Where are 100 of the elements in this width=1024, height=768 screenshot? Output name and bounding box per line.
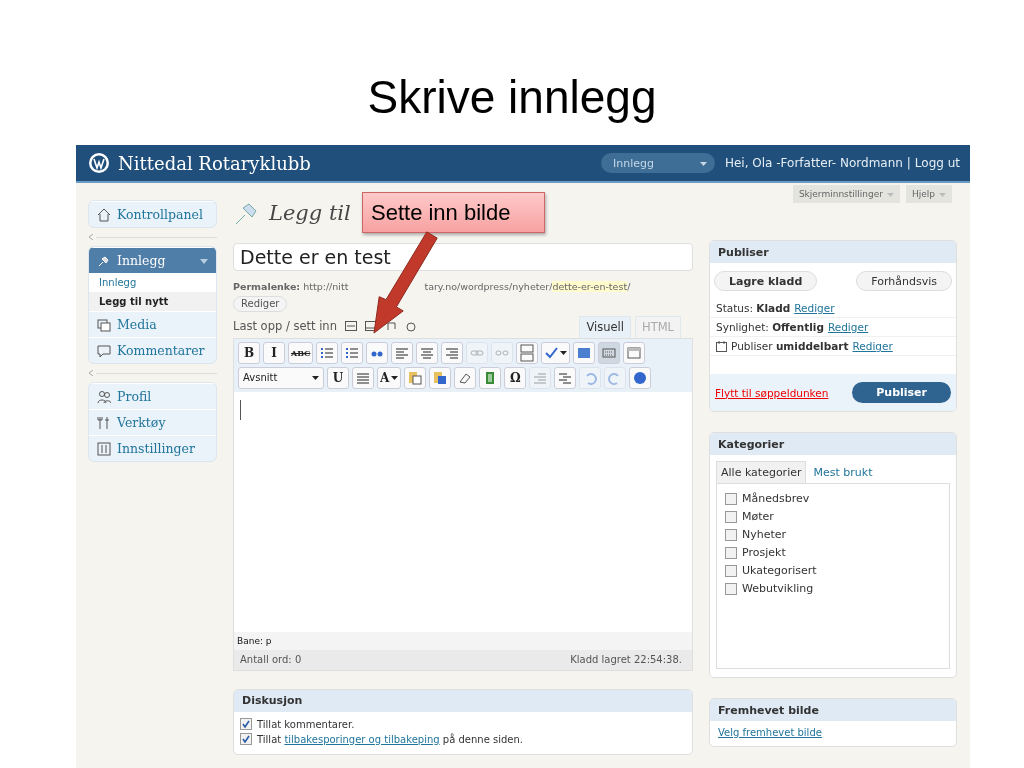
edit-link[interactable]: Rediger bbox=[852, 340, 893, 352]
screen-tab[interactable]: Hjelp bbox=[905, 185, 952, 203]
house-icon bbox=[97, 207, 111, 222]
undo-icon bbox=[583, 370, 598, 385]
permalink-slug: dette-er-en-test bbox=[552, 281, 628, 292]
panel-title: Kategorier bbox=[710, 433, 956, 455]
checkbox[interactable] bbox=[725, 546, 737, 559]
toolbar-button[interactable] bbox=[366, 341, 389, 364]
toolbar-button[interactable] bbox=[479, 366, 502, 389]
caret-icon bbox=[391, 374, 399, 381]
toolbar-button[interactable] bbox=[554, 366, 577, 389]
callout: Sette inn bilde bbox=[362, 192, 545, 233]
category-tab[interactable]: Alle kategorier bbox=[716, 461, 807, 483]
spellcheck-icon bbox=[544, 345, 559, 360]
publish-info: Synlighet: Offentlig bbox=[716, 321, 824, 333]
permalink-url: / bbox=[627, 281, 631, 292]
publish-button[interactable]: Publiser bbox=[852, 382, 951, 403]
menu-item[interactable]: Kontrollpanel bbox=[89, 201, 216, 227]
toolbar-button[interactable]: U bbox=[327, 366, 349, 389]
format-select[interactable]: Avsnitt bbox=[238, 366, 324, 389]
title-field[interactable]: Dette er en test bbox=[233, 243, 693, 271]
toolbar-button[interactable] bbox=[316, 341, 339, 364]
tools-icon bbox=[97, 415, 111, 430]
slide-title: Skrive innlegg bbox=[366, 69, 658, 125]
caret-icon bbox=[312, 374, 319, 381]
menu-item[interactable]: Kommentarer bbox=[89, 337, 216, 363]
collapse-icon bbox=[88, 370, 94, 376]
greeting: Hei, Ola -Forfatter- Nordmann | bbox=[724, 156, 911, 170]
page-break-icon bbox=[520, 343, 535, 362]
split-button[interactable]: A bbox=[377, 366, 402, 389]
word-count: Antall ord: 0 bbox=[240, 654, 302, 665]
trackback-link[interactable]: tilbakesporinger og tilbakeping bbox=[284, 733, 440, 745]
toolbar-button[interactable]: Ω bbox=[504, 366, 527, 389]
toolbar-button[interactable] bbox=[404, 366, 427, 389]
category-label: Månedsbrev bbox=[742, 492, 810, 505]
category-tab[interactable]: Mest brukt bbox=[808, 461, 878, 483]
menu-item[interactable]: Profil bbox=[89, 383, 216, 409]
toolbar-button[interactable] bbox=[429, 366, 452, 389]
calendar-icon bbox=[716, 340, 727, 352]
toolbar-button[interactable] bbox=[454, 366, 477, 389]
checkbox[interactable] bbox=[725, 564, 737, 577]
panel-title: Diskusjon bbox=[234, 689, 692, 712]
toolbar-button[interactable] bbox=[623, 341, 646, 364]
menu-item[interactable]: Innstillinger bbox=[89, 435, 216, 461]
toolbar-button[interactable]: I bbox=[263, 341, 285, 364]
toolbar-button[interactable] bbox=[341, 341, 364, 364]
logout-link[interactable]: Logg ut bbox=[914, 156, 960, 170]
toolbar-button[interactable] bbox=[416, 341, 439, 364]
align-icon bbox=[420, 345, 435, 360]
permalink-url: tary.no/wordpress/nyheter/ bbox=[424, 281, 553, 292]
toolbar-button[interactable] bbox=[352, 366, 374, 389]
featured-image-link[interactable]: Velg fremhevet bilde bbox=[718, 727, 822, 738]
edit-permalink-button[interactable]: Rediger bbox=[233, 295, 288, 312]
checkbox[interactable] bbox=[725, 510, 737, 523]
caret-icon bbox=[200, 258, 208, 265]
align-icon bbox=[395, 345, 410, 360]
quick-menu-dropdown[interactable]: Innlegg bbox=[600, 153, 715, 173]
category-label: Ukategorisert bbox=[742, 564, 817, 577]
submenu-item[interactable]: Legg til nytt bbox=[89, 292, 216, 311]
checkbox[interactable] bbox=[725, 492, 737, 505]
menu-item[interactable]: Innlegg bbox=[89, 247, 216, 273]
toolbar-button[interactable] bbox=[391, 341, 414, 364]
category-label: Nyheter bbox=[742, 528, 787, 541]
checkbox[interactable] bbox=[725, 528, 737, 541]
toolbar-button[interactable]: ABC bbox=[288, 341, 314, 364]
panel-title: Fremhevet bilde bbox=[710, 699, 956, 721]
preview-button[interactable]: Forhåndsvis bbox=[856, 271, 952, 291]
checkbox[interactable] bbox=[240, 733, 252, 745]
toolbar-button[interactable] bbox=[629, 366, 652, 389]
caret-icon bbox=[699, 159, 707, 167]
video-icon bbox=[364, 320, 377, 331]
checkbox[interactable] bbox=[240, 718, 252, 730]
edit-link[interactable]: Rediger bbox=[794, 302, 835, 314]
trash-link[interactable]: Flytt til søppeldunken bbox=[715, 386, 829, 399]
split-button[interactable] bbox=[541, 341, 571, 364]
checkbox[interactable] bbox=[725, 582, 737, 595]
toolbar-button[interactable]: B bbox=[238, 341, 260, 364]
category-label: Møter bbox=[742, 510, 774, 523]
align-icon bbox=[356, 370, 370, 385]
toolbar-button[interactable] bbox=[516, 341, 539, 364]
music-note-icon bbox=[384, 320, 397, 331]
menu-item[interactable]: Media bbox=[89, 311, 216, 337]
align-icon bbox=[533, 370, 548, 385]
caret-icon bbox=[886, 190, 894, 198]
menu-item[interactable]: Verktøy bbox=[89, 409, 216, 435]
save-draft-button[interactable]: Lagre kladd bbox=[714, 271, 818, 291]
toolbar-button[interactable] bbox=[441, 341, 464, 364]
sliders-icon bbox=[97, 441, 111, 456]
bullet-list-icon bbox=[320, 345, 335, 360]
fullscreen-icon bbox=[577, 345, 592, 360]
category-label: Webutvikling bbox=[742, 582, 814, 595]
editor-tab[interactable]: Visuell bbox=[579, 315, 631, 338]
caret-icon bbox=[560, 349, 568, 356]
collapse-icon bbox=[88, 234, 94, 240]
toolbar-button[interactable] bbox=[598, 341, 621, 364]
edit-link[interactable]: Rediger bbox=[827, 321, 869, 333]
toolbar-button[interactable] bbox=[573, 341, 596, 364]
publish-info: Publiser umiddelbart bbox=[731, 340, 849, 352]
text-cursor bbox=[240, 399, 241, 420]
screen-tab[interactable]: Skjerminnstillinger bbox=[792, 185, 900, 203]
